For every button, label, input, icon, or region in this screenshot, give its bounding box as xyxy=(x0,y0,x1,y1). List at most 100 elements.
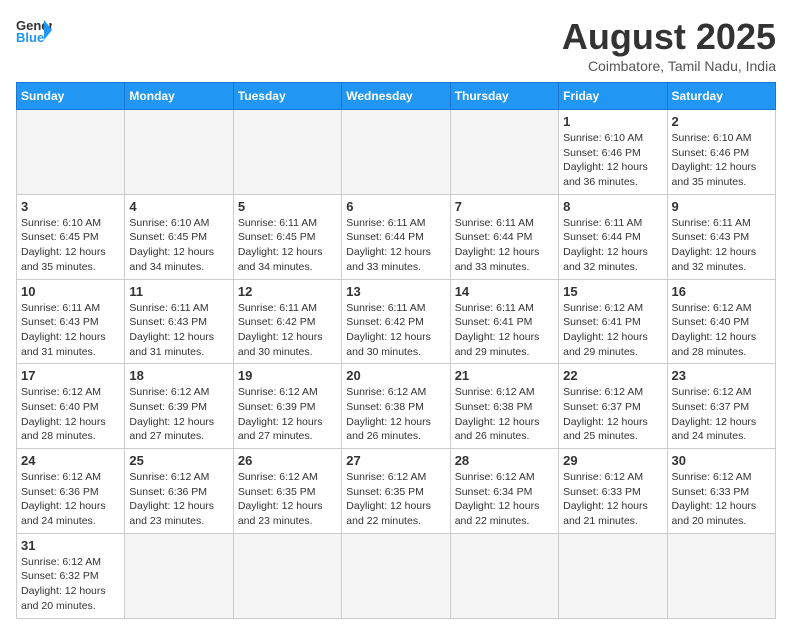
day-info: Sunrise: 6:11 AMSunset: 6:45 PMDaylight:… xyxy=(238,216,337,275)
calendar-cell: 9Sunrise: 6:11 AMSunset: 6:43 PMDaylight… xyxy=(667,194,775,279)
day-number: 8 xyxy=(563,199,662,214)
day-number: 20 xyxy=(346,368,445,383)
calendar-cell xyxy=(559,533,667,618)
day-info: Sunrise: 6:12 AMSunset: 6:38 PMDaylight:… xyxy=(346,385,445,444)
calendar-cell: 24 Sunrise: 6:12 AMSunset: 6:36 PMDayligh… xyxy=(17,449,125,534)
day-info: Sunrise: 6:12 AMSunset: 6:36 PMDaylight:… xyxy=(21,470,120,529)
weekday-header-tuesday: Tuesday xyxy=(233,83,341,110)
calendar-cell: 8Sunrise: 6:11 AMSunset: 6:44 PMDaylight… xyxy=(559,194,667,279)
day-info: Sunrise: 6:11 AMSunset: 6:44 PMDaylight:… xyxy=(455,216,554,275)
calendar-cell: 18 Sunrise: 6:12 AMSunset: 6:39 PMDayligh… xyxy=(125,364,233,449)
day-number: 24 xyxy=(21,453,120,468)
day-info: Sunrise: 6:12 AMSunset: 6:37 PMDaylight:… xyxy=(672,385,771,444)
calendar-cell: 13 Sunrise: 6:11 AMSunset: 6:42 PMDayligh… xyxy=(342,279,450,364)
day-number: 11 xyxy=(129,284,228,299)
day-number: 2 xyxy=(672,114,771,129)
week-row-5: 31Sunrise: 6:12 AMSunset: 6:32 PMDayligh… xyxy=(17,533,776,618)
day-number: 7 xyxy=(455,199,554,214)
day-info: Sunrise: 6:12 AMSunset: 6:39 PMDaylight:… xyxy=(129,385,228,444)
calendar-cell xyxy=(125,110,233,195)
week-row-4: 24 Sunrise: 6:12 AMSunset: 6:36 PMDayligh… xyxy=(17,449,776,534)
calendar-cell: 27 Sunrise: 6:12 AMSunset: 6:35 PMDayligh… xyxy=(342,449,450,534)
day-number: 6 xyxy=(346,199,445,214)
day-info: Sunrise: 6:11 AMSunset: 6:42 PMDaylight:… xyxy=(346,301,445,360)
weekday-header-thursday: Thursday xyxy=(450,83,558,110)
weekday-header-sunday: Sunday xyxy=(17,83,125,110)
calendar-cell: 4 Sunrise: 6:10 AMSunset: 6:45 PMDaylight… xyxy=(125,194,233,279)
day-info: Sunrise: 6:12 AMSunset: 6:40 PMDaylight:… xyxy=(21,385,120,444)
day-number: 12 xyxy=(238,284,337,299)
day-info: Sunrise: 6:11 AMSunset: 6:42 PMDaylight:… xyxy=(238,301,337,360)
day-info: Sunrise: 6:12 AMSunset: 6:32 PMDaylight:… xyxy=(21,555,120,614)
day-info: Sunrise: 6:11 AMSunset: 6:44 PMDaylight:… xyxy=(346,216,445,275)
calendar-cell: 10 Sunrise: 6:11 AMSunset: 6:43 PMDayligh… xyxy=(17,279,125,364)
day-info: Sunrise: 6:10 AMSunset: 6:45 PMDaylight:… xyxy=(129,216,228,275)
day-info: Sunrise: 6:12 AMSunset: 6:36 PMDaylight:… xyxy=(129,470,228,529)
calendar-cell xyxy=(342,533,450,618)
day-number: 28 xyxy=(455,453,554,468)
calendar-cell: 3Sunrise: 6:10 AMSunset: 6:45 PMDaylight… xyxy=(17,194,125,279)
calendar-cell xyxy=(450,533,558,618)
calendar-cell: 11 Sunrise: 6:11 AMSunset: 6:43 PMDayligh… xyxy=(125,279,233,364)
calendar-cell: 5 Sunrise: 6:11 AMSunset: 6:45 PMDaylight… xyxy=(233,194,341,279)
calendar-cell: 17 Sunrise: 6:12 AMSunset: 6:40 PMDayligh… xyxy=(17,364,125,449)
day-info: Sunrise: 6:11 AMSunset: 6:43 PMDaylight:… xyxy=(129,301,228,360)
day-info: Sunrise: 6:12 AMSunset: 6:35 PMDaylight:… xyxy=(238,470,337,529)
day-info: Sunrise: 6:12 AMSunset: 6:37 PMDaylight:… xyxy=(563,385,662,444)
day-number: 4 xyxy=(129,199,228,214)
day-info: Sunrise: 6:10 AMSunset: 6:46 PMDaylight:… xyxy=(672,131,771,190)
title-area: August 2025 Coimbatore, Tamil Nadu, Indi… xyxy=(562,16,776,74)
day-number: 5 xyxy=(238,199,337,214)
calendar-cell: 16Sunrise: 6:12 AMSunset: 6:40 PMDayligh… xyxy=(667,279,775,364)
month-title: August 2025 xyxy=(562,16,776,58)
calendar-cell: 25Sunrise: 6:12 AMSunset: 6:36 PMDayligh… xyxy=(125,449,233,534)
weekday-header-row: SundayMondayTuesdayWednesdayThursdayFrid… xyxy=(17,83,776,110)
weekday-header-friday: Friday xyxy=(559,83,667,110)
day-number: 29 xyxy=(563,453,662,468)
calendar-cell: 2 Sunrise: 6:10 AMSunset: 6:46 PMDaylight… xyxy=(667,110,775,195)
day-number: 27 xyxy=(346,453,445,468)
calendar-cell xyxy=(667,533,775,618)
calendar-cell: 20 Sunrise: 6:12 AMSunset: 6:38 PMDayligh… xyxy=(342,364,450,449)
day-number: 17 xyxy=(21,368,120,383)
svg-text:Blue: Blue xyxy=(16,30,44,44)
day-number: 10 xyxy=(21,284,120,299)
day-number: 3 xyxy=(21,199,120,214)
day-number: 23 xyxy=(672,368,771,383)
day-number: 9 xyxy=(672,199,771,214)
calendar-cell: 12 Sunrise: 6:11 AMSunset: 6:42 PMDayligh… xyxy=(233,279,341,364)
calendar-cell: 22 Sunrise: 6:12 AMSunset: 6:37 PMDayligh… xyxy=(559,364,667,449)
calendar-cell: 28 Sunrise: 6:12 AMSunset: 6:34 PMDayligh… xyxy=(450,449,558,534)
day-info: Sunrise: 6:12 AMSunset: 6:35 PMDaylight:… xyxy=(346,470,445,529)
header: General Blue August 2025 Coimbatore, Tam… xyxy=(16,16,776,74)
calendar-cell: 30Sunrise: 6:12 AMSunset: 6:33 PMDayligh… xyxy=(667,449,775,534)
day-number: 15 xyxy=(563,284,662,299)
logo: General Blue xyxy=(16,16,52,44)
day-info: Sunrise: 6:11 AMSunset: 6:43 PMDaylight:… xyxy=(21,301,120,360)
day-info: Sunrise: 6:12 AMSunset: 6:41 PMDaylight:… xyxy=(563,301,662,360)
calendar-cell: 26 Sunrise: 6:12 AMSunset: 6:35 PMDayligh… xyxy=(233,449,341,534)
calendar-cell: 29 Sunrise: 6:12 AMSunset: 6:33 PMDayligh… xyxy=(559,449,667,534)
day-number: 19 xyxy=(238,368,337,383)
day-number: 18 xyxy=(129,368,228,383)
day-number: 22 xyxy=(563,368,662,383)
day-info: Sunrise: 6:10 AMSunset: 6:46 PMDaylight:… xyxy=(563,131,662,190)
calendar: SundayMondayTuesdayWednesdayThursdayFrid… xyxy=(16,82,776,619)
day-number: 26 xyxy=(238,453,337,468)
calendar-cell: 14 Sunrise: 6:11 AMSunset: 6:41 PMDayligh… xyxy=(450,279,558,364)
calendar-cell xyxy=(17,110,125,195)
logo-icon: General Blue xyxy=(16,16,52,44)
day-info: Sunrise: 6:12 AMSunset: 6:40 PMDaylight:… xyxy=(672,301,771,360)
week-row-0: 1Sunrise: 6:10 AMSunset: 6:46 PMDaylight… xyxy=(17,110,776,195)
week-row-2: 10 Sunrise: 6:11 AMSunset: 6:43 PMDayligh… xyxy=(17,279,776,364)
day-info: Sunrise: 6:12 AMSunset: 6:33 PMDaylight:… xyxy=(672,470,771,529)
day-number: 14 xyxy=(455,284,554,299)
calendar-cell: 15 Sunrise: 6:12 AMSunset: 6:41 PMDayligh… xyxy=(559,279,667,364)
day-info: Sunrise: 6:12 AMSunset: 6:38 PMDaylight:… xyxy=(455,385,554,444)
day-info: Sunrise: 6:12 AMSunset: 6:33 PMDaylight:… xyxy=(563,470,662,529)
day-info: Sunrise: 6:12 AMSunset: 6:34 PMDaylight:… xyxy=(455,470,554,529)
day-info: Sunrise: 6:11 AMSunset: 6:41 PMDaylight:… xyxy=(455,301,554,360)
calendar-cell: 7 Sunrise: 6:11 AMSunset: 6:44 PMDaylight… xyxy=(450,194,558,279)
calendar-cell: 19Sunrise: 6:12 AMSunset: 6:39 PMDayligh… xyxy=(233,364,341,449)
day-number: 13 xyxy=(346,284,445,299)
